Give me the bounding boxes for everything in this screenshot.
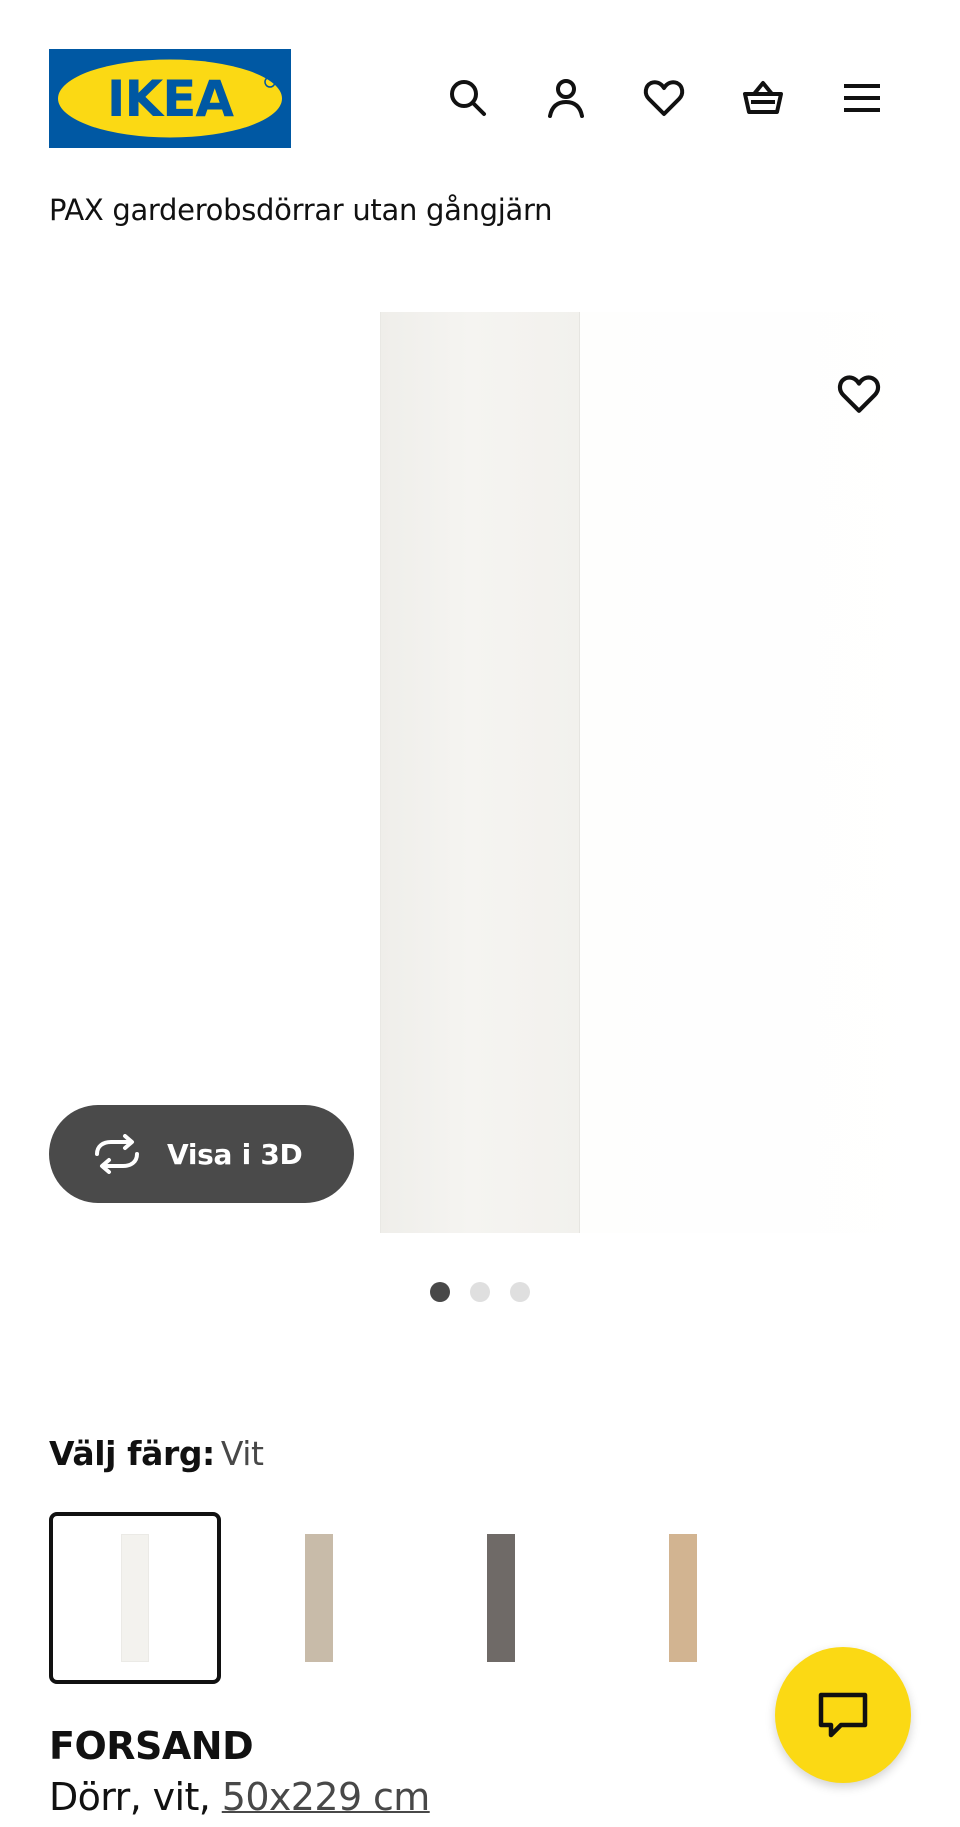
- product-image[interactable]: [380, 312, 580, 1233]
- color-selector-label: Välj färg: Vit: [49, 1434, 264, 1473]
- product-gallery[interactable]: Visa i 3D: [0, 300, 960, 1240]
- cart-icon[interactable]: [737, 72, 789, 124]
- search-icon[interactable]: [442, 72, 494, 124]
- logo-text: IKEA: [107, 70, 235, 128]
- swatch-door-thumbnail: [305, 1534, 333, 1662]
- breadcrumb[interactable]: PAX garderobsdörrar utan gångjärn: [49, 192, 552, 228]
- account-icon[interactable]: [540, 72, 592, 124]
- favourites-icon[interactable]: [638, 72, 690, 124]
- carousel-dots: [430, 1282, 530, 1302]
- product-measure-link[interactable]: 50x229 cm: [222, 1775, 431, 1819]
- selected-color-value: Vit: [220, 1434, 264, 1473]
- header: IKEA: [0, 0, 960, 150]
- color-swatch-wood[interactable]: [597, 1512, 769, 1684]
- menu-icon[interactable]: [836, 72, 888, 124]
- rotate-3d-icon: [95, 1134, 139, 1174]
- color-label-prefix: Välj färg:: [49, 1434, 215, 1473]
- color-swatch-gray[interactable]: [415, 1512, 587, 1684]
- add-to-favourites-icon[interactable]: [836, 366, 882, 422]
- view-in-3d-button[interactable]: Visa i 3D: [49, 1105, 354, 1203]
- product-name: FORSAND: [49, 1724, 254, 1768]
- swatch-door-thumbnail: [487, 1534, 515, 1662]
- color-swatch-beige[interactable]: [233, 1512, 405, 1684]
- chat-button[interactable]: [775, 1647, 911, 1783]
- chat-icon: [818, 1692, 868, 1738]
- swatch-door-thumbnail: [669, 1534, 697, 1662]
- view-in-3d-label: Visa i 3D: [167, 1137, 303, 1171]
- carousel-dot-3[interactable]: [510, 1282, 530, 1302]
- ikea-logo[interactable]: IKEA: [49, 49, 291, 148]
- product-description-text: Dörr, vit,: [49, 1775, 222, 1819]
- product-description: Dörr, vit, 50x229 cm: [49, 1775, 430, 1819]
- swatch-door-thumbnail: [121, 1534, 149, 1662]
- color-swatch-white[interactable]: [49, 1512, 221, 1684]
- carousel-dot-2[interactable]: [470, 1282, 490, 1302]
- carousel-dot-1[interactable]: [430, 1282, 450, 1302]
